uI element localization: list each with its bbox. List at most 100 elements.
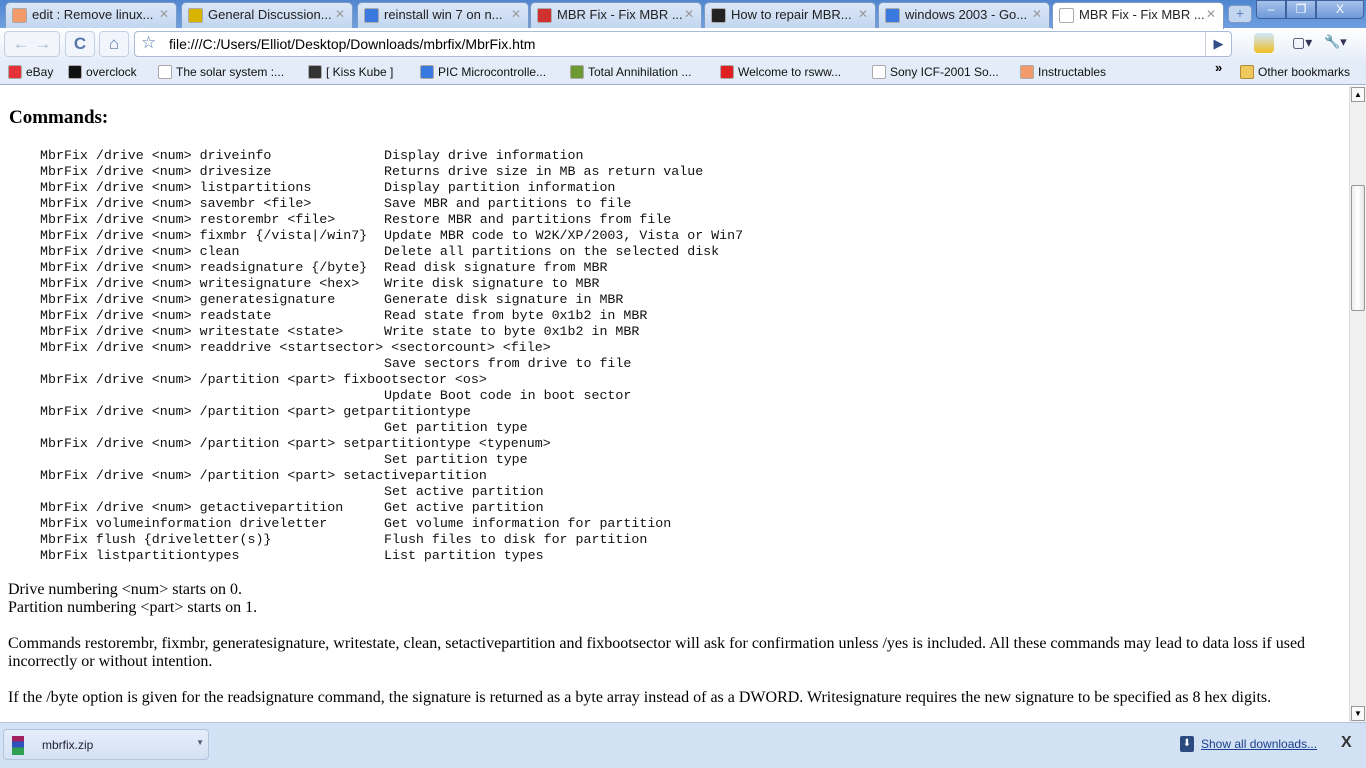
command-description: Write disk signature to MBR	[384, 276, 600, 291]
tab[interactable]: edit : Remove linux... ✕	[5, 2, 177, 28]
extension-icon[interactable]	[1254, 33, 1274, 53]
bookmark-favicon-icon	[570, 65, 584, 79]
home-button[interactable]: ⌂	[99, 31, 129, 57]
command-row: Get partition type	[40, 420, 551, 436]
download-icon: ⬇	[1180, 736, 1194, 752]
google-icon	[885, 8, 900, 23]
star-icon[interactable]: ☆	[141, 33, 156, 53]
tab-title: MBR Fix - Fix MBR ...	[1079, 7, 1205, 22]
circle-logo-icon	[711, 8, 726, 23]
scrollbar-thumb[interactable]	[1351, 185, 1365, 311]
commands-list: MbrFix /drive <num> driveinfo Display dri…	[40, 148, 743, 564]
command-row: MbrFix /drive <num> drivesize Returns dri…	[40, 164, 703, 180]
command-row: Set active partition	[40, 484, 551, 500]
tab-title: How to repair MBR...	[731, 7, 852, 22]
command-syntax: MbrFix /drive <num> /partition <part> se…	[40, 468, 487, 483]
command-description: Display drive information	[384, 148, 584, 163]
vertical-scrollbar[interactable]: ▲ ▼	[1349, 86, 1366, 722]
command-syntax: MbrFix /drive <num> listpartitions	[40, 180, 312, 195]
bookmark-item[interactable]: Instructables	[1020, 65, 1106, 79]
back-forward-buttons[interactable]: ← →	[4, 31, 60, 57]
command-description: Get active partition	[384, 500, 544, 515]
tab[interactable]: reinstall win 7 on n... ✕	[357, 2, 529, 28]
tab[interactable]: MBR Fix - Fix MBR ... ✕	[1052, 2, 1224, 29]
close-window-button[interactable]: X	[1316, 0, 1364, 19]
close-download-shelf-button[interactable]: X	[1341, 734, 1352, 752]
bookmark-item[interactable]: Sony ICF-2001 So...	[872, 65, 999, 79]
bookmark-item[interactable]: Welcome to rsww...	[720, 65, 841, 79]
bookmark-label: [ Kiss Kube ]	[326, 65, 394, 79]
command-description: Write state to byte 0x1b2 in MBR	[384, 324, 640, 339]
command-description: Read disk signature from MBR	[384, 260, 608, 275]
command-syntax: MbrFix /drive <num> clean	[40, 244, 240, 259]
command-syntax: MbrFix /drive <num> restorembr <file>	[40, 212, 336, 227]
url-text[interactable]: file:///C:/Users/Elliot/Desktop/Download…	[169, 36, 535, 52]
bookmark-item[interactable]: Total Annihilation ...	[570, 65, 691, 79]
command-row: MbrFix /drive <num> /partition <part> fi…	[40, 372, 551, 388]
other-bookmarks[interactable]: Other bookmarks	[1240, 65, 1350, 79]
command-row: MbrFix /drive <num> writestate <state> Wr…	[40, 324, 639, 340]
tab[interactable]: How to repair MBR... ✕	[704, 2, 876, 28]
wrench-menu-button[interactable]: 🔧▾	[1324, 34, 1347, 50]
command-row: MbrFix /drive <num> restorembr <file> Res…	[40, 212, 671, 228]
scroll-down-arrow[interactable]: ▼	[1351, 706, 1365, 721]
forward-icon[interactable]: →	[34, 34, 51, 53]
command-description: List partition types	[384, 548, 544, 563]
show-all-downloads-link[interactable]: Show all downloads...	[1201, 737, 1317, 751]
bookmark-item[interactable]: eBay	[8, 65, 53, 79]
dropdown-arrow-icon[interactable]: ▼	[196, 738, 204, 747]
archive-icon	[12, 736, 24, 755]
close-tab-icon[interactable]: ✕	[511, 7, 521, 21]
maximize-button[interactable]: ❐	[1286, 0, 1316, 19]
close-tab-icon[interactable]: ✕	[335, 7, 345, 21]
close-tab-icon[interactable]: ✕	[1032, 7, 1042, 21]
command-row: MbrFix /drive <num> driveinfo Display dri…	[40, 148, 584, 164]
bookmark-label: PIC Microcontrolle...	[438, 65, 547, 79]
drive-numbering-text: Drive numbering <num> starts on 0.	[8, 581, 243, 598]
bookmarks-overflow-button[interactable]: »	[1215, 60, 1222, 75]
command-row: MbrFix /drive <num> /partition <part> ge…	[40, 404, 551, 420]
command-syntax: MbrFix /drive <num> generatesignature	[40, 292, 336, 307]
bookmark-favicon-icon	[8, 65, 22, 79]
command-row: MbrFix /drive <num> readdrive <startsect…	[40, 340, 551, 356]
bookmark-item[interactable]: [ Kiss Kube ]	[308, 65, 393, 79]
tab-title: edit : Remove linux...	[32, 7, 154, 22]
download-item[interactable]: mbrfix.zip ▼	[3, 729, 209, 760]
go-button[interactable]: ▶	[1205, 32, 1231, 56]
page-menu-button[interactable]: ▢▾	[1292, 34, 1312, 51]
bookmark-item[interactable]: PIC Microcontrolle...	[420, 65, 546, 79]
tab[interactable]: General Discussion... ✕	[181, 2, 353, 28]
command-syntax: MbrFix /drive <num> readdrive <startsect…	[40, 340, 551, 355]
tab[interactable]: windows 2003 - Go... ✕	[878, 2, 1050, 28]
command-description: Set partition type	[384, 452, 528, 467]
command-syntax: MbrFix /drive <num> readsignature {/byte…	[40, 260, 368, 275]
other-bookmarks-label: Other bookmarks	[1258, 65, 1351, 79]
scroll-up-arrow[interactable]: ▲	[1351, 87, 1365, 102]
reload-button[interactable]: C	[65, 31, 95, 57]
command-row: MbrFix /drive <num> getactivepartition Ge…	[40, 500, 551, 516]
bookmark-favicon-icon	[1020, 65, 1034, 79]
bookmark-item[interactable]: The solar system :...	[158, 65, 284, 79]
back-icon[interactable]: ←	[13, 34, 30, 53]
tab[interactable]: MBR Fix - Fix MBR ... ✕	[530, 2, 702, 28]
command-row: MbrFix /drive <num> writesignature <hex>…	[40, 276, 599, 292]
bookmark-item[interactable]: overclock	[68, 65, 137, 79]
mbrfix-icon	[537, 8, 552, 23]
command-syntax: MbrFix /drive <num> /partition <part> fi…	[40, 372, 487, 387]
tab-title: reinstall win 7 on n...	[384, 7, 503, 22]
close-tab-icon[interactable]: ✕	[684, 7, 694, 21]
address-bar[interactable]: ☆ file:///C:/Users/Elliot/Desktop/Downlo…	[134, 31, 1232, 57]
close-tab-icon[interactable]: ✕	[159, 7, 169, 21]
confirmation-paragraph: Commands restorembr, fixmbr, generatesig…	[8, 635, 1306, 670]
minimize-button[interactable]: –	[1256, 0, 1286, 19]
command-row: MbrFix /drive <num> fixmbr {/vista|/win7…	[40, 228, 743, 244]
bookmark-favicon-icon	[872, 65, 886, 79]
command-syntax: MbrFix /drive <num> driveinfo	[40, 148, 272, 163]
command-row: MbrFix /drive <num> generatesignature Gen…	[40, 292, 623, 308]
command-description: Save sectors from drive to file	[384, 356, 632, 371]
command-syntax: MbrFix /drive <num> /partition <part> ge…	[40, 404, 471, 419]
new-tab-button[interactable]: +	[1228, 5, 1252, 23]
download-filename[interactable]: mbrfix.zip	[42, 738, 93, 752]
close-tab-icon[interactable]: ✕	[1206, 7, 1216, 21]
close-tab-icon[interactable]: ✕	[858, 7, 868, 21]
